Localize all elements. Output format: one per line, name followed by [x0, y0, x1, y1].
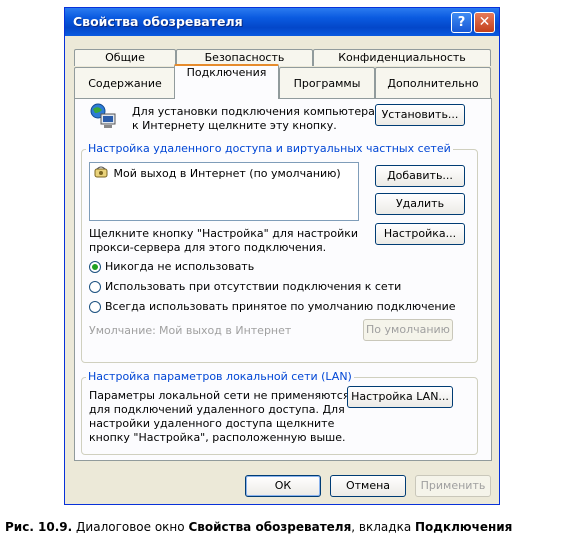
- title-bar[interactable]: Свойства обозревателя ? ✕: [65, 8, 499, 36]
- radio-always-dial-default[interactable]: [89, 301, 101, 313]
- list-item-label: Мой выход в Интернет (по умолчанию): [113, 167, 341, 180]
- caption-text2: , вкладка: [351, 520, 412, 534]
- internet-options-dialog: Свойства обозревателя ? ✕ Общие Безопасн…: [64, 7, 500, 505]
- globe-computer-icon: [89, 102, 119, 135]
- list-item[interactable]: Мой выход в Интернет (по умолчанию): [94, 165, 341, 182]
- close-button[interactable]: ✕: [474, 12, 495, 33]
- tab-advanced[interactable]: Дополнительно: [375, 67, 491, 98]
- settings-text-line2: прокси-сервера для этого подключения.: [89, 241, 327, 254]
- lan-settings-button[interactable]: Настройка LAN...: [347, 386, 453, 408]
- caption-text1: Диалоговое окно: [76, 520, 185, 534]
- settings-button[interactable]: Настройка...: [375, 223, 465, 245]
- lan-text-line4: кнопку "Настройка", расположенную выше.: [89, 431, 346, 444]
- settings-text-line1: Щелкните кнопку "Настройка" для настройк…: [89, 227, 359, 240]
- ok-button[interactable]: ОК: [245, 475, 321, 497]
- connection-list[interactable]: Мой выход в Интернет (по умолчанию): [89, 162, 359, 221]
- tab-privacy[interactable]: Конфиденциальность: [313, 49, 491, 66]
- setup-text-line1: Для установки подключения компьютера: [132, 105, 375, 118]
- apply-button[interactable]: Применить: [415, 475, 491, 497]
- remove-button[interactable]: Удалить: [375, 193, 465, 215]
- tab-connections[interactable]: Подключения: [174, 64, 279, 99]
- lan-group-label: Настройка параметров локальной сети (LAN…: [86, 370, 354, 383]
- radio-dial-when-no-network[interactable]: [89, 281, 101, 293]
- caption-bold1: Свойства обозревателя: [188, 520, 352, 534]
- tab-programs[interactable]: Программы: [279, 67, 375, 98]
- help-button[interactable]: ?: [451, 12, 472, 33]
- caption-prefix: Рис. 10.9.: [5, 520, 73, 534]
- radio-dial-when-no-network-label[interactable]: Использовать при отсутствии подключения …: [105, 280, 401, 293]
- radio-always-dial-default-label[interactable]: Всегда использовать принятое по умолчани…: [105, 300, 456, 313]
- setup-text-line2: к Интернету щелкните эту кнопку.: [132, 119, 337, 132]
- figure-caption: Рис. 10.9. Диалоговое окно Свойства обоз…: [5, 520, 512, 534]
- lan-text-line1: Параметры локальной сети не применяются: [89, 389, 350, 402]
- set-default-button[interactable]: По умолчанию: [363, 319, 453, 341]
- dialup-group-label: Настройка удаленного доступа и виртуальн…: [86, 142, 453, 155]
- lan-text-line2: для подключений удаленного доступа. Для: [89, 403, 345, 416]
- setup-button[interactable]: Установить...: [375, 104, 465, 126]
- connections-panel: Для установки подключения компьютера к И…: [74, 98, 492, 461]
- dialup-connection-icon: [94, 165, 110, 182]
- add-button[interactable]: Добавить...: [375, 165, 465, 187]
- cancel-button[interactable]: Отмена: [330, 475, 406, 497]
- tab-general[interactable]: Общие: [74, 49, 176, 66]
- window-title: Свойства обозревателя: [73, 14, 243, 29]
- caption-bold2: Подключения: [415, 520, 513, 534]
- default-label: Умолчание:: [89, 324, 156, 337]
- radio-never-dial-label[interactable]: Никогда не использовать: [105, 260, 254, 273]
- tab-content[interactable]: Содержание: [74, 67, 176, 98]
- lan-text-line3: настройки удаленного доступа щелкните: [89, 417, 335, 430]
- radio-never-dial[interactable]: [89, 261, 101, 273]
- default-value: Мой выход в Интернет: [159, 324, 292, 337]
